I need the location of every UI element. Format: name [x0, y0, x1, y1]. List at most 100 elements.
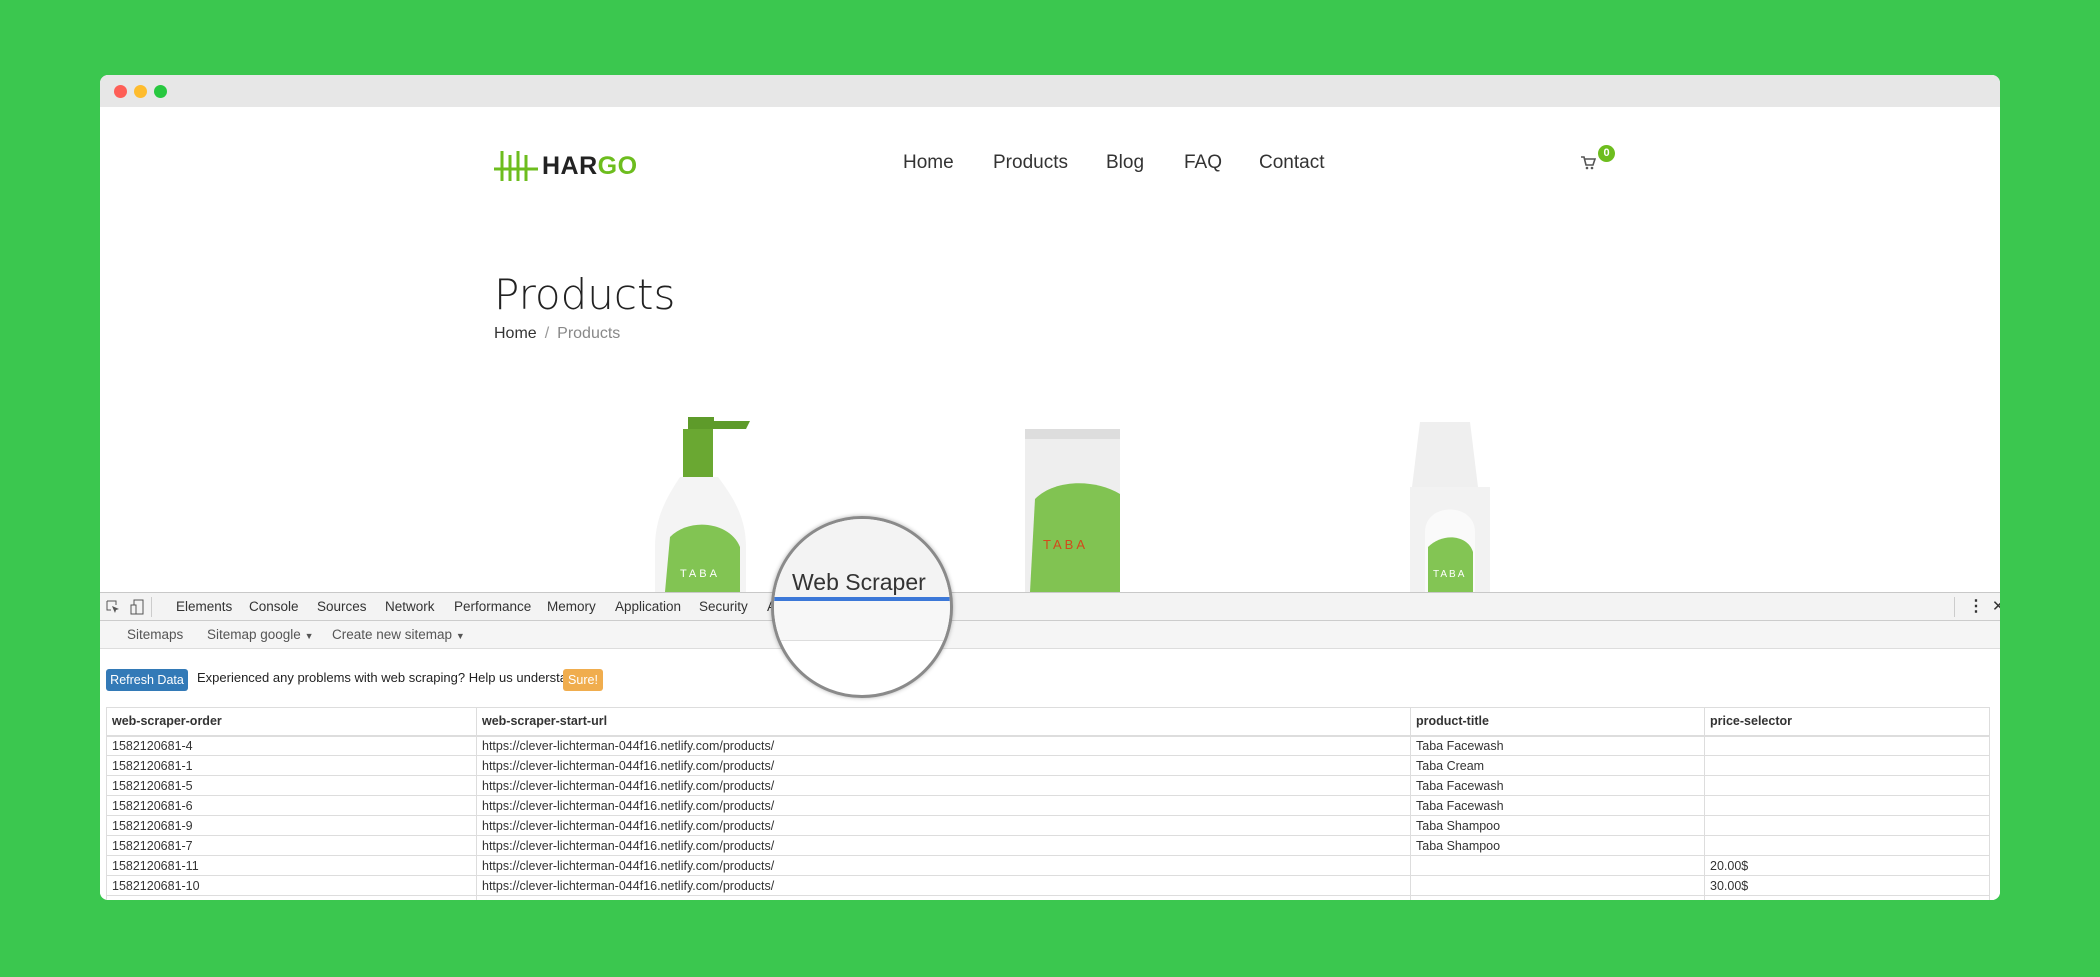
web-scraper-subnav: Sitemaps Sitemap google ▼ Create new sit…	[100, 621, 2000, 649]
table-cell: https://clever-lichterman-044f16.netlify…	[476, 795, 1411, 816]
table-row: 1582120681-5 https://clever-lichterman-04…	[106, 775, 1990, 796]
table-cell: 1582120681-9	[106, 815, 477, 836]
sitemaps-link[interactable]: Sitemaps	[127, 627, 183, 642]
tab-security[interactable]: Security	[699, 599, 748, 614]
breadcrumb: Home / Products	[494, 325, 620, 343]
create-sitemap-label: Create new sitemap	[332, 627, 453, 642]
cart-icon[interactable]	[1580, 155, 1596, 171]
scraped-data-table: web-scraper-order web-scraper-start-url …	[106, 707, 1990, 900]
table-row: 1582120681-1 https://clever-lichterman-04…	[106, 755, 1990, 776]
sitemap-dropdown[interactable]: Sitemap google ▼	[207, 627, 314, 642]
breadcrumb-home[interactable]: Home	[494, 325, 537, 342]
tab-network[interactable]: Network	[385, 599, 435, 614]
table-cell: 1582120681-10	[106, 875, 477, 896]
devtools-panel: Elements Console Sources Network Perform…	[100, 592, 2000, 900]
table-cell: Taba Cream	[1410, 755, 1705, 776]
table-cell: Taba Facewash	[1410, 775, 1705, 796]
table-cell: https://clever-lichterman-044f16.netlify…	[476, 855, 1411, 876]
nav-home[interactable]: Home	[903, 152, 954, 174]
table-cell: Taba Shampoo	[1410, 815, 1705, 836]
table-row: 1582120681-4 https://clever-lichterman-04…	[106, 735, 1990, 756]
table-cell	[1704, 755, 1990, 776]
tab-sources[interactable]: Sources	[317, 599, 367, 614]
table-cell: 30.00$	[1704, 875, 1990, 896]
logo-text-accent: GO	[597, 151, 638, 180]
table-cell: https://clever-lichterman-044f16.netlify…	[476, 875, 1411, 896]
table-cell: https://clever-lichterman-044f16.netlify…	[476, 775, 1411, 796]
tab-web-scraper[interactable]: Web Scraper	[792, 569, 926, 596]
breadcrumb-current: Products	[557, 325, 621, 342]
table-cell: https://clever-lichterman-044f16.netlify…	[476, 755, 1411, 776]
product-image-tube[interactable]: TABA	[1025, 429, 1125, 592]
close-devtools-icon[interactable]: ✕	[1992, 597, 2000, 615]
device-toolbar-icon[interactable]	[130, 599, 144, 615]
table-cell: https://clever-lichterman-044f16.netlify…	[476, 815, 1411, 836]
caret-down-icon: ▼	[455, 631, 465, 641]
tab-application[interactable]: Application	[615, 599, 681, 614]
feedback-message: Experienced any problems with web scrapi…	[197, 670, 586, 685]
logo-icon	[494, 151, 538, 181]
column-header: web-scraper-order	[106, 707, 477, 737]
column-header: web-scraper-start-url	[476, 707, 1411, 737]
maximize-window-button[interactable]	[154, 85, 167, 98]
sitemap-dropdown-label: Sitemap google	[207, 627, 301, 642]
table-row: 1582120681-11 https://clever-lichterman-0…	[106, 855, 1990, 876]
tab-console[interactable]: Console	[249, 599, 299, 614]
tab-memory[interactable]: Memory	[547, 599, 596, 614]
page-title: Products	[494, 270, 676, 319]
table-row: 1582120681-10 https://clever-lichterman-0…	[106, 875, 1990, 896]
column-header: product-title	[1410, 707, 1705, 737]
nav-products[interactable]: Products	[993, 152, 1068, 174]
browser-window: HARGO Home Products Blog FAQ Contact 0 P…	[100, 75, 2000, 900]
table-row: 1582120681-6 https://clever-lichterman-04…	[106, 795, 1990, 816]
inspect-element-icon[interactable]	[106, 600, 120, 614]
product-label: TABA	[1433, 569, 1466, 580]
magnifier-web-scraper-tab: Web Scraper	[771, 516, 953, 698]
website: HARGO Home Products Blog FAQ Contact 0 P…	[100, 107, 2000, 592]
logo[interactable]: HARGO	[494, 149, 638, 183]
table-cell: https://clever-lichterman-044f16.netlify…	[476, 735, 1411, 756]
column-header: price-selector	[1704, 707, 1990, 737]
table-cell: Taba Facewash	[1410, 795, 1705, 816]
table-cell	[1704, 735, 1990, 756]
minimize-window-button[interactable]	[134, 85, 147, 98]
product-label: TABA	[680, 568, 720, 580]
product-image-shampoo[interactable]: TABA	[1390, 422, 1510, 592]
tab-elements[interactable]: Elements	[176, 599, 232, 614]
table-cell	[1704, 775, 1990, 796]
nav-faq[interactable]: FAQ	[1184, 152, 1222, 174]
table-cell: 1582120681-1	[106, 755, 477, 776]
table-cell: Taba Shampoo	[1410, 835, 1705, 856]
table-header-row: web-scraper-order web-scraper-start-url …	[106, 707, 1990, 737]
table-row: 1582120681-7 https://clever-lichterman-04…	[106, 835, 1990, 856]
create-sitemap-dropdown[interactable]: Create new sitemap ▼	[332, 627, 465, 642]
table-cell: Taba Facewash	[1410, 735, 1705, 756]
more-options-icon[interactable]: ⋮	[1968, 596, 1984, 616]
table-cell	[1704, 795, 1990, 816]
table-cell: 1582120681-11	[106, 855, 477, 876]
tab-performance[interactable]: Performance	[454, 599, 531, 614]
table-cell	[1410, 875, 1705, 896]
refresh-data-button[interactable]: Refresh Data	[106, 669, 188, 691]
table-cell	[1410, 855, 1705, 876]
product-image-pump-bottle[interactable]: TABA	[625, 417, 775, 592]
nav-blog[interactable]: Blog	[1106, 152, 1144, 174]
title-bar	[100, 75, 2000, 107]
table-cell: 20.00$	[1704, 855, 1990, 876]
table-cell: 1582120681-7	[106, 835, 477, 856]
table-row: 1582120681-9 https://clever-lichterman-04…	[106, 815, 1990, 836]
table-cell: 1582120681-5	[106, 775, 477, 796]
close-window-button[interactable]	[114, 85, 127, 98]
breadcrumb-separator: /	[544, 325, 550, 342]
table-cell	[1704, 815, 1990, 836]
nav-contact[interactable]: Contact	[1259, 152, 1324, 174]
logo-text: HAR	[542, 151, 598, 180]
product-label: TABA	[1043, 537, 1088, 552]
table-cell: 1582120681-6	[106, 795, 477, 816]
table-cell: https://clever-lichterman-044f16.netlify…	[476, 835, 1411, 856]
cart-count-badge: 0	[1598, 145, 1615, 162]
table-cell	[1704, 835, 1990, 856]
devtools-toolbar: Elements Console Sources Network Perform…	[100, 593, 2000, 621]
sure-button[interactable]: Sure!	[563, 669, 603, 691]
table-cell: 1582120681-4	[106, 735, 477, 756]
